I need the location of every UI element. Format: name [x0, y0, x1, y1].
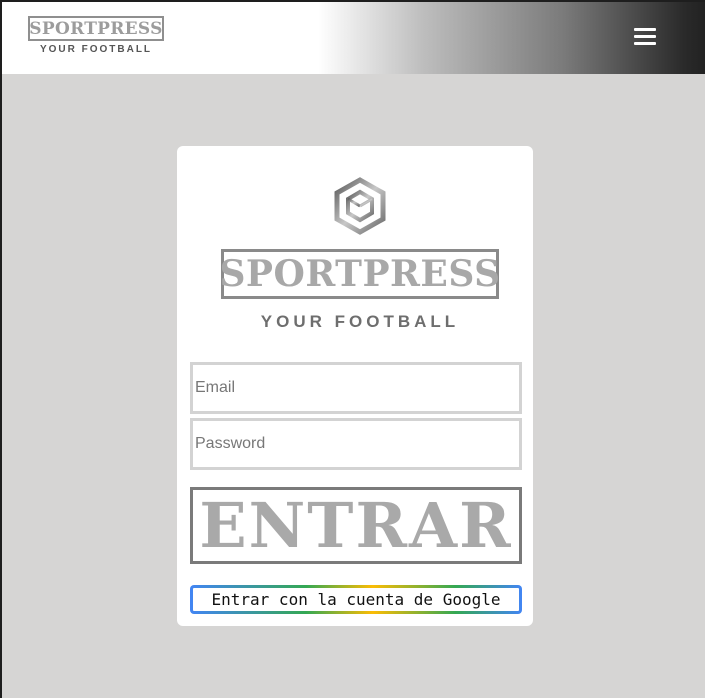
top-header: SPORTPRESS YOUR FOOTBALL: [2, 0, 705, 74]
header-brand-box: SPORTPRESS: [28, 16, 164, 41]
hamburger-menu-icon[interactable]: [634, 28, 658, 48]
sportpress-logo-box: SPORTPRESS: [219, 249, 501, 299]
password-input[interactable]: [190, 418, 522, 470]
sportpress-logo-tagline: YOUR FOOTBALL: [260, 312, 460, 331]
enter-button[interactable]: ENTRAR: [190, 487, 522, 564]
header-brand-logo[interactable]: SPORTPRESS YOUR FOOTBALL: [28, 16, 164, 55]
header-brand-name: SPORTPRESS: [29, 18, 163, 39]
sportpress-logo-text: SPORTPRESS: [219, 253, 501, 295]
enter-button-label: ENTRAR: [199, 488, 513, 562]
login-card: SPORTPRESS YOUR FOOTBALL ENTRAR Entrar c…: [177, 146, 533, 626]
hexagon-cube-logo-icon: [334, 177, 386, 235]
google-login-label: Entrar con la cuenta de Google: [211, 590, 501, 609]
google-login-button[interactable]: Entrar con la cuenta de Google: [190, 585, 522, 614]
header-brand-tagline: YOUR FOOTBALL: [39, 44, 153, 55]
email-input[interactable]: [190, 362, 522, 414]
